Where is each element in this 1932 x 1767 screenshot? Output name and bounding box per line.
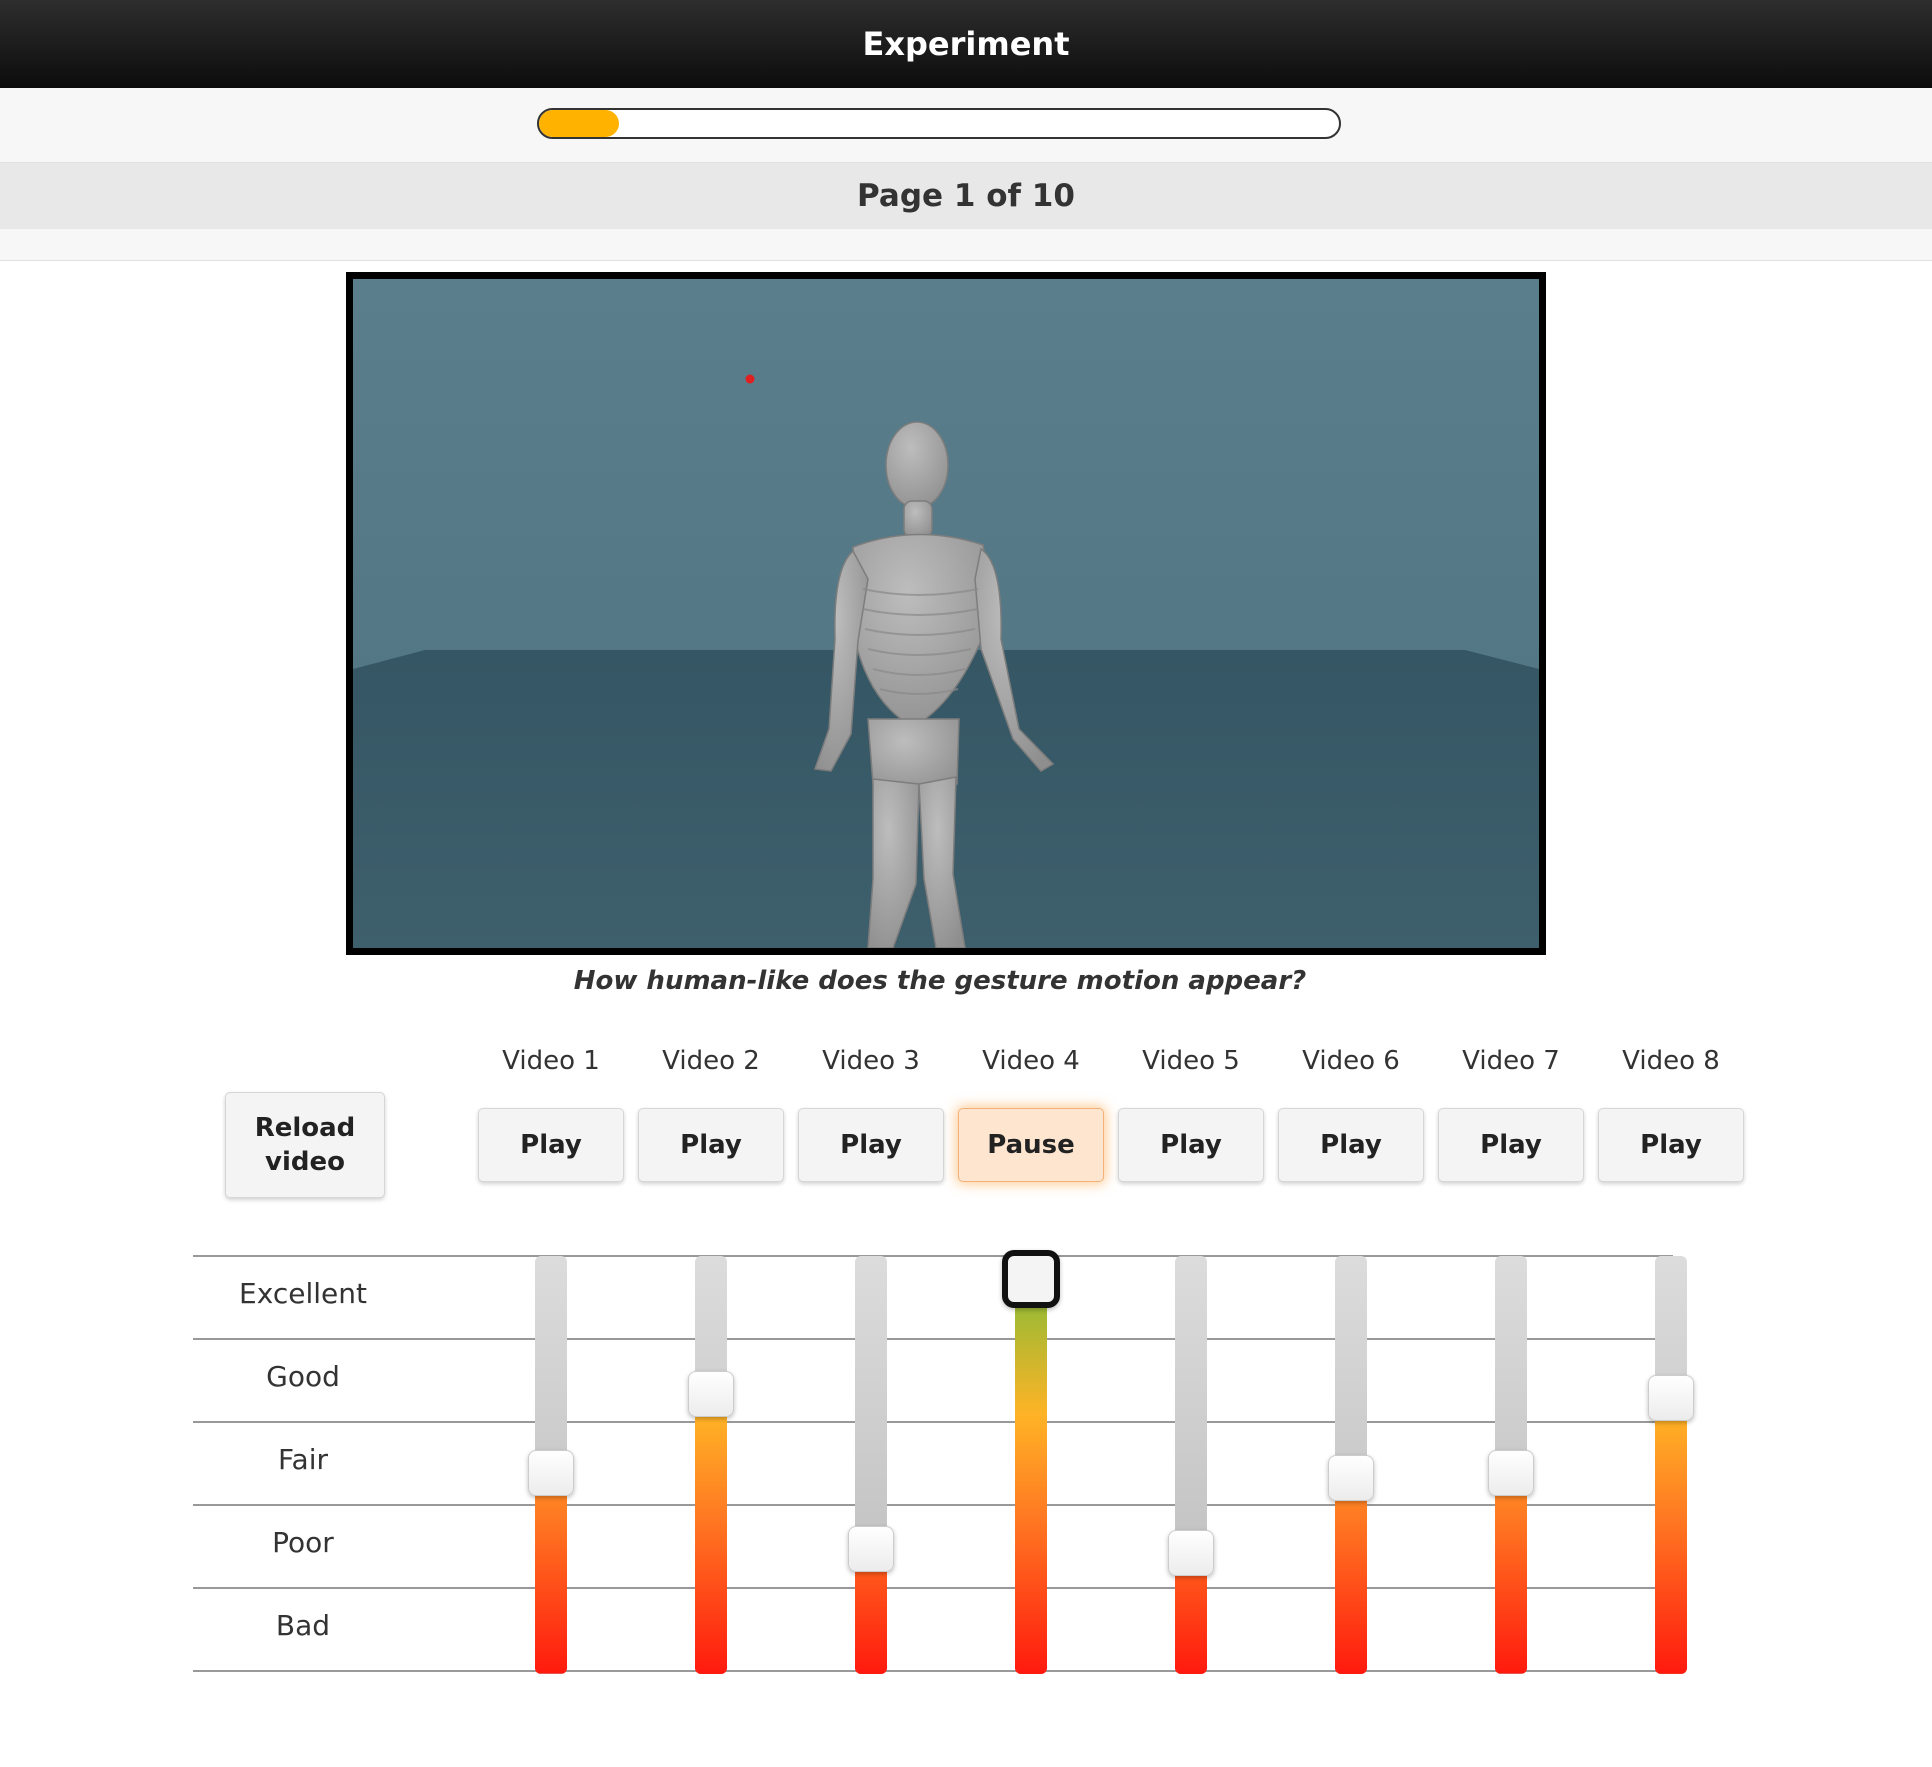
rating-slider-track-5[interactable] (1175, 1256, 1207, 1674)
progress-bar-fill (539, 110, 619, 137)
rating-slider-handle-4[interactable] (1002, 1250, 1060, 1308)
rating-slider-track-3[interactable] (855, 1256, 887, 1674)
video-label-5: Video 5 (1142, 1046, 1240, 1076)
scale-label-fair: Fair (278, 1443, 328, 1476)
reload-video-label: Reload video (254, 1113, 356, 1177)
rating-slider-handle-3[interactable] (848, 1525, 894, 1572)
rating-slider-fill-4 (1015, 1276, 1047, 1674)
page-title: Experiment (862, 25, 1070, 63)
separator-band (0, 229, 1932, 261)
video-label-1: Video 1 (502, 1046, 600, 1076)
pause-button-video-4[interactable]: Pause (958, 1108, 1104, 1182)
rating-slider-handle-2[interactable] (688, 1370, 734, 1417)
scale-divider (193, 1670, 1673, 1672)
play-button-video-1[interactable]: Play (478, 1108, 624, 1182)
rating-slider-handle-6[interactable] (1328, 1454, 1374, 1501)
progress-band (0, 88, 1932, 163)
scale-label-good: Good (266, 1360, 340, 1393)
scale-label-excellent: Excellent (239, 1277, 367, 1310)
rating-slider-handle-5[interactable] (1168, 1529, 1214, 1576)
play-button-video-5[interactable]: Play (1118, 1108, 1264, 1182)
video-label-2: Video 2 (662, 1046, 760, 1076)
reload-video-button[interactable]: Reload video (225, 1092, 385, 1198)
scale-divider (193, 1255, 1673, 1257)
play-button-video-8[interactable]: Play (1598, 1108, 1744, 1182)
rating-slider-handle-7[interactable] (1488, 1450, 1534, 1497)
play-button-video-2[interactable]: Play (638, 1108, 784, 1182)
rating-slider-handle-8[interactable] (1648, 1375, 1694, 1422)
rating-slider-fill-2 (695, 1393, 727, 1674)
rating-slider-fill-1 (535, 1473, 567, 1674)
scale-divider (193, 1587, 1673, 1589)
scale-label-bad: Bad (275, 1609, 331, 1642)
video-frame-image (353, 279, 1539, 948)
rating-slider-fill-7 (1495, 1473, 1527, 1674)
page-indicator-band: Page 1 of 10 (0, 163, 1932, 229)
video-label-7: Video 7 (1462, 1046, 1560, 1076)
scale-label-poor: Poor (272, 1526, 334, 1559)
rating-slider-track-4[interactable] (1015, 1256, 1047, 1674)
rating-slider-track-8[interactable] (1655, 1256, 1687, 1674)
rating-slider-fill-6 (1335, 1477, 1367, 1674)
question-text: How human-like does the gesture motion a… (573, 966, 1307, 996)
video-label-6: Video 6 (1302, 1046, 1400, 1076)
scale-divider (193, 1338, 1673, 1340)
rating-slider-fill-8 (1655, 1398, 1687, 1674)
rating-slider-handle-1[interactable] (528, 1450, 574, 1497)
scale-divider (193, 1421, 1673, 1423)
app-header: Experiment (0, 0, 1932, 88)
page-indicator: Page 1 of 10 (857, 178, 1075, 214)
play-button-video-7[interactable]: Play (1438, 1108, 1584, 1182)
rating-slider-track-2[interactable] (695, 1256, 727, 1674)
video-label-8: Video 8 (1622, 1046, 1720, 1076)
progress-bar (537, 108, 1341, 139)
scale-divider (193, 1504, 1673, 1506)
video-player[interactable] (346, 272, 1546, 955)
video-label-3: Video 3 (822, 1046, 920, 1076)
video-label-4: Video 4 (982, 1046, 1080, 1076)
play-button-video-3[interactable]: Play (798, 1108, 944, 1182)
play-button-video-6[interactable]: Play (1278, 1108, 1424, 1182)
